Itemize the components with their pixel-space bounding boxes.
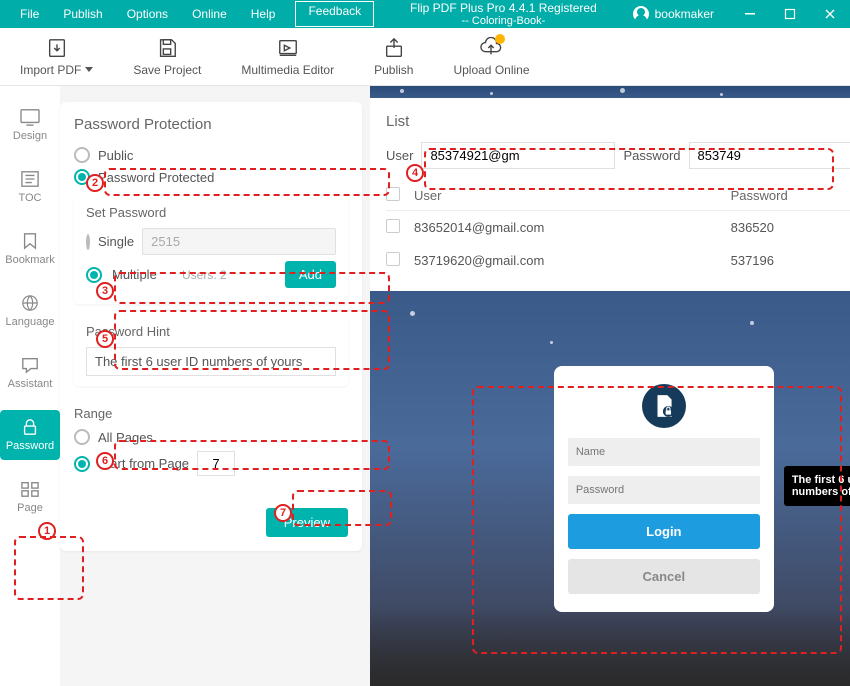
menu-online[interactable]: Online [180, 1, 239, 27]
row-checkbox[interactable] [386, 219, 400, 233]
password-input[interactable] [689, 142, 850, 169]
sidebar: Design TOC Bookmark Language Assistant P… [0, 86, 60, 686]
add-user-row: User Password Add [386, 142, 850, 169]
menu-help[interactable]: Help [239, 1, 288, 27]
login-lock-icon [642, 384, 686, 428]
username: bookmaker [655, 7, 714, 21]
start-page-input[interactable] [197, 451, 235, 476]
radio-password-protected[interactable]: Password Protected [74, 169, 348, 185]
password-protection-panel: Password Protection Public Password Prot… [60, 86, 370, 686]
callout-badge-1: 1 [38, 522, 56, 540]
sidebar-item-toc[interactable]: TOC [0, 162, 60, 212]
menu-options[interactable]: Options [115, 1, 180, 27]
minimize-button[interactable] [730, 0, 770, 28]
radio-all-pages[interactable]: All Pages [74, 429, 348, 445]
table-row: 53719620@gmail.com 537196 [386, 244, 850, 277]
radio-single[interactable]: Single [86, 228, 336, 255]
radio-icon [86, 234, 90, 250]
password-hint-input[interactable] [86, 347, 336, 376]
login-password-input[interactable] [568, 476, 760, 504]
row-checkbox[interactable] [386, 252, 400, 266]
radio-public[interactable]: Public [74, 147, 348, 163]
save-project-button[interactable]: Save Project [133, 37, 201, 77]
login-dialog: Login Cancel The first 6 user ID numbers… [554, 366, 774, 612]
sidebar-item-design[interactable]: Design [0, 100, 60, 150]
list-title: List [386, 113, 409, 130]
login-button[interactable]: Login [568, 514, 760, 549]
window-controls [730, 0, 850, 28]
toolbar: Import PDF Save Project Multimedia Edito… [0, 28, 850, 86]
close-button[interactable] [810, 0, 850, 28]
callout-badge-3: 3 [96, 282, 114, 300]
menu-bar: File Publish Options Online Help Feedbac… [0, 1, 374, 27]
radio-icon [74, 429, 90, 445]
callout-badge-4: 4 [406, 164, 424, 182]
radio-multiple[interactable] [86, 267, 102, 283]
radio-start-from[interactable]: Start from Page [74, 451, 348, 476]
user-table: User Password 83652014@gmail.com 836520 … [386, 181, 850, 277]
table-row: 83652014@gmail.com 836520 [386, 211, 850, 244]
panel-title: Password Protection [74, 116, 348, 133]
preview-area: Login Cancel The first 6 user ID numbers… [370, 291, 850, 686]
maximize-button[interactable] [770, 0, 810, 28]
user-info[interactable]: bookmaker [633, 6, 714, 22]
range-label: Range [74, 406, 348, 421]
cancel-button[interactable]: Cancel [568, 559, 760, 594]
radio-icon [74, 456, 90, 472]
sidebar-item-page[interactable]: Page [0, 472, 60, 522]
feedback-button[interactable]: Feedback [295, 1, 374, 27]
sidebar-item-bookmark[interactable]: Bookmark [0, 224, 60, 274]
right-panel: List User Password Add User P [370, 86, 850, 686]
sidebar-item-assistant[interactable]: Assistant [0, 348, 60, 398]
menu-file[interactable]: File [8, 1, 51, 27]
sidebar-item-password[interactable]: Password [0, 410, 60, 460]
radio-multiple-row: Multiple Users: 2 Add [86, 261, 336, 288]
select-all-checkbox[interactable] [386, 187, 400, 201]
col-user: User [414, 188, 731, 203]
publish-button[interactable]: Publish [374, 37, 413, 77]
login-name-input[interactable] [568, 438, 760, 466]
callout-badge-5: 5 [96, 330, 114, 348]
hint-tooltip: The first 6 user ID numbers of yours [784, 466, 850, 506]
users-count: Users: 2 [182, 268, 227, 282]
password-hint-label: Password Hint [86, 324, 336, 339]
avatar-icon [633, 6, 649, 22]
password-field-label: Password [623, 148, 680, 163]
upload-badge-icon [495, 34, 505, 44]
col-password: Password [731, 188, 850, 203]
titlebar: File Publish Options Online Help Feedbac… [0, 0, 850, 28]
callout-badge-7: 7 [274, 504, 292, 522]
add-user-button[interactable]: Add [285, 261, 336, 288]
radio-icon [74, 147, 90, 163]
sidebar-item-language[interactable]: Language [0, 286, 60, 336]
menu-publish[interactable]: Publish [51, 1, 114, 27]
multimedia-editor-button[interactable]: Multimedia Editor [241, 37, 334, 77]
upload-online-button[interactable]: Upload Online [453, 37, 529, 77]
set-password-label: Set Password [86, 205, 336, 220]
single-password-input [142, 228, 336, 255]
window-title: Flip PDF Plus Pro 4.4.1 Registered -- Co… [374, 1, 632, 27]
import-pdf-button[interactable]: Import PDF [20, 37, 93, 77]
user-field-label: User [386, 148, 413, 163]
user-list-card: List User Password Add User P [370, 98, 850, 291]
callout-badge-6: 6 [96, 452, 114, 470]
user-input[interactable] [421, 142, 615, 169]
callout-badge-2: 2 [86, 174, 104, 192]
